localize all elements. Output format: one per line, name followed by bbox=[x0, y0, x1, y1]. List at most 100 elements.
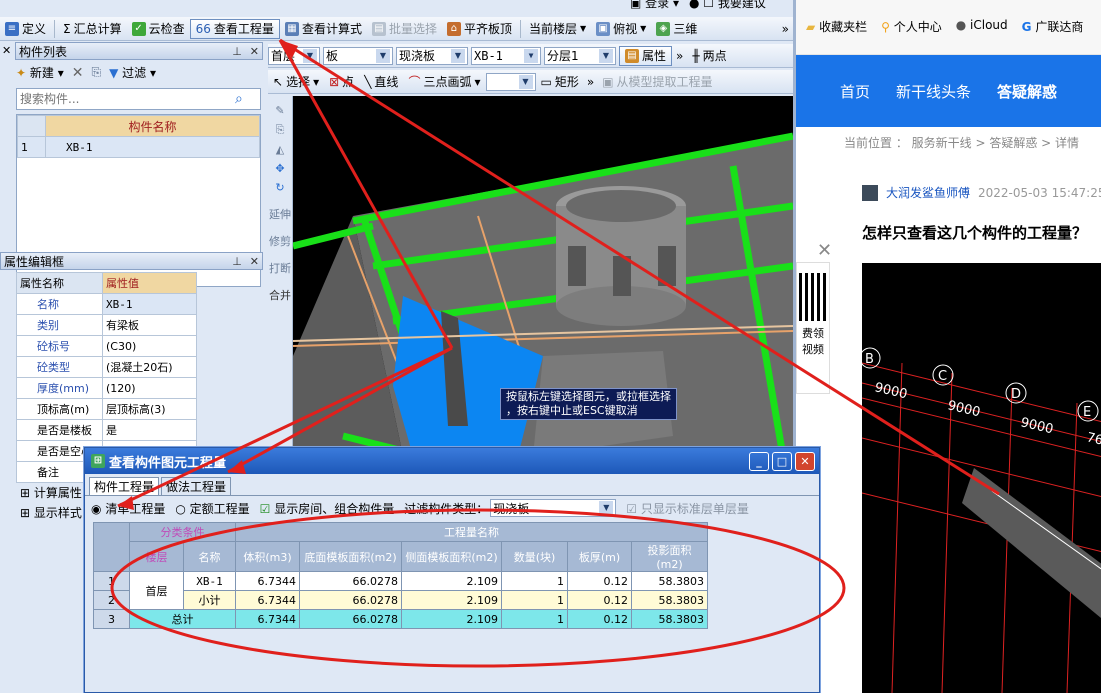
current-floor-button[interactable]: 当前楼层 ▼ bbox=[524, 19, 591, 39]
minimize-button[interactable]: _ bbox=[749, 451, 769, 471]
three-d-button[interactable]: ◈ 三维 bbox=[651, 19, 702, 39]
pin-icon[interactable]: ⊥ bbox=[232, 255, 242, 268]
prop-row[interactable]: 名称 XB-1 bbox=[16, 293, 197, 315]
member-list-panel: 构件列表 ⊥✕ ✕ ✦ 新建 ▾ ✕ ⎘ ▼ 过滤 ▾ ⌕ 构件名称 1XB-1 bbox=[0, 42, 263, 287]
trim-tool[interactable]: 修剪 bbox=[268, 235, 292, 248]
show-room-checkbox[interactable]: ☑ 显示房间、组合构件量 bbox=[260, 500, 395, 517]
display-style-group[interactable]: ⊞ 显示样式 bbox=[20, 504, 82, 521]
glodon-icon: G bbox=[1021, 20, 1032, 34]
draw-toolbar: ↖ 选择 ▾ ⊠ 点 ╲ 直线 ⌒ 三点画弧 ▾ ▼ ▭ 矩形 » ▣ 从模型提取工程量 bbox=[268, 70, 793, 94]
suggest-button[interactable]: ● ☐ 我要建议 bbox=[689, 0, 766, 11]
prop-row[interactable]: 是否是楼板是 bbox=[16, 419, 197, 441]
new-member-button[interactable]: ✦ 新建 ▾ bbox=[16, 64, 64, 81]
prop-row[interactable]: 砼类型 (混凝土20石) bbox=[16, 356, 197, 378]
bookmark-item[interactable]: G 广联达商 bbox=[1022, 18, 1084, 35]
row-number: 1 bbox=[93, 571, 130, 591]
pencil-icon[interactable]: ✎ bbox=[268, 104, 292, 117]
define-button[interactable]: ≡ 定义 bbox=[0, 19, 51, 39]
toolbar-more-icon[interactable]: » bbox=[782, 22, 793, 36]
calc-props-group[interactable]: ⊞ 计算属性 bbox=[20, 484, 82, 501]
value-cell: 58.3803 bbox=[631, 571, 708, 591]
close-icon[interactable]: ✕ bbox=[817, 240, 832, 261]
radio-bill[interactable]: ◉ 清单工程量 bbox=[91, 500, 165, 517]
view-formula-button[interactable]: ▦ 查看计算式 bbox=[280, 19, 367, 39]
row-index: 1 bbox=[17, 136, 46, 158]
copy-icon[interactable]: ⎘ bbox=[268, 123, 292, 137]
prop-value: 有梁板 bbox=[102, 314, 197, 336]
radio-quota[interactable]: ○ 定额工程量 bbox=[175, 500, 249, 517]
mode-select[interactable]: ▼ bbox=[485, 72, 536, 91]
close-icon[interactable]: ✕ bbox=[250, 255, 259, 268]
filter-type-select[interactable]: 现浇板 ▼ bbox=[490, 499, 617, 517]
table-row[interactable]: 1 首层 XB-1 6.7344 66.0278 2.109 1 0.12 58… bbox=[93, 571, 708, 610]
nav-headlines[interactable]: 新干线头条 bbox=[896, 81, 971, 102]
nav-home[interactable]: 首页 bbox=[840, 81, 870, 102]
site-nav: 首页 新干线头条 答疑解惑 bbox=[796, 55, 1101, 127]
align-top-button[interactable]: ⌂ 平齐板顶 bbox=[442, 19, 517, 39]
tab-method-quantity[interactable]: 做法工程量 bbox=[161, 477, 232, 495]
extract-quantity-button[interactable]: ▣ 从模型提取工程量 bbox=[597, 72, 717, 92]
nav-qa[interactable]: 答疑解惑 bbox=[997, 81, 1057, 102]
two-point-button[interactable]: ╫ 两点 bbox=[687, 46, 731, 66]
member-select[interactable]: XB-1 ▼ bbox=[471, 46, 541, 65]
login-button[interactable]: ▣ 登录 ▾ bbox=[630, 0, 679, 11]
prop-row[interactable]: 厚度(mm) (120) bbox=[16, 377, 197, 399]
table-row[interactable]: 3 总计 6.7344 66.0278 2.109 1 0.12 58.3803 bbox=[93, 609, 708, 629]
close-icon[interactable]: ✕ bbox=[250, 45, 259, 58]
summary-calc-button[interactable]: Σ 汇总计算 bbox=[58, 19, 127, 39]
bookmark-item[interactable]: ▰ 收藏夹栏 bbox=[806, 18, 867, 35]
search-icon[interactable]: ⌕ bbox=[235, 91, 243, 107]
subtype-select[interactable]: 现浇板 ▼ bbox=[396, 46, 468, 65]
layer-select[interactable]: 分层1 ▼ bbox=[544, 46, 616, 65]
column-header: 底面模板面积(m2) bbox=[299, 541, 402, 572]
member-search-input[interactable] bbox=[17, 90, 235, 108]
point-button[interactable]: ⊠ 点 bbox=[324, 72, 359, 92]
type-select[interactable]: 板 ▼ bbox=[323, 46, 393, 65]
plan-drawing: B C D E 9000 9000 9000 764 bbox=[862, 347, 1101, 693]
copy-icon[interactable]: ⎘ bbox=[91, 65, 101, 80]
collapse-icon[interactable]: ✕ bbox=[2, 44, 11, 57]
avatar[interactable] bbox=[862, 184, 878, 201]
move-icon[interactable]: ✥ bbox=[268, 162, 292, 175]
select-button[interactable]: ↖ 选择 ▾ bbox=[268, 72, 324, 92]
close-button[interactable]: ✕ bbox=[795, 451, 815, 471]
top-view-button[interactable]: ▣ 俯视 ▼ bbox=[591, 19, 651, 39]
table-row[interactable]: 2 小计 6.7344 66.0278 2.109 1 0.12 58.3803 bbox=[93, 590, 708, 610]
properties-button[interactable]: ▤ 属性 bbox=[619, 45, 673, 66]
more-icon[interactable]: » bbox=[584, 75, 597, 89]
name-col-header: 名称 bbox=[183, 541, 236, 572]
rect-button[interactable]: ▭ 矩形 bbox=[536, 72, 584, 92]
rotate-icon[interactable]: ↻ bbox=[268, 181, 292, 194]
view-quantity-button[interactable]: 66 查看工程量 bbox=[189, 18, 280, 39]
3d-viewport[interactable]: 按鼠标左键选择图元，或拉框选择 ，按右键中止或ESC键取消 bbox=[293, 96, 793, 456]
axis-label-c: C bbox=[938, 369, 947, 384]
extend-tool[interactable]: 延伸 bbox=[268, 208, 292, 221]
question-image[interactable]: B C D E 9000 9000 9000 764 bbox=[862, 263, 1101, 693]
prop-row[interactable]: 砼标号 (C30) bbox=[16, 335, 197, 357]
name-cell: XB-1 bbox=[183, 571, 236, 591]
maximize-button[interactable]: □ bbox=[772, 451, 792, 471]
bookmark-item[interactable]: ● iCloud bbox=[956, 18, 1008, 32]
line-button[interactable]: ╲ 直线 bbox=[359, 72, 403, 92]
break-tool[interactable]: 打断 bbox=[268, 262, 292, 275]
delete-icon[interactable]: ✕ bbox=[72, 65, 84, 81]
member-row[interactable]: 1 XB-1 bbox=[17, 136, 260, 158]
cloud-check-button[interactable]: ✓ 云检查 bbox=[127, 19, 190, 39]
member-name: XB-1 bbox=[45, 136, 260, 158]
filter-button[interactable]: ▼ 过滤 ▾ bbox=[109, 64, 156, 81]
extract-icon: ▣ bbox=[602, 74, 614, 89]
more-icon[interactable]: » bbox=[672, 49, 687, 63]
tab-member-quantity[interactable]: 构件工程量 bbox=[89, 477, 160, 495]
bookmark-item[interactable]: ⚲ 个人中心 bbox=[881, 18, 942, 35]
arc-button[interactable]: ⌒ 三点画弧 ▾ bbox=[403, 72, 485, 92]
floor-select[interactable]: 首层 ▼ bbox=[268, 46, 320, 65]
filter-icon: ▼ bbox=[109, 66, 119, 80]
std-floor-checkbox[interactable]: ☑ 只显示标准层单层量 bbox=[626, 500, 749, 517]
pin-icon[interactable]: ⊥ bbox=[232, 45, 242, 58]
prop-row[interactable]: 类别 有梁板 bbox=[16, 314, 197, 336]
merge-tool[interactable]: 合并 bbox=[268, 289, 292, 302]
author-name[interactable]: 大润发鲨鱼师傅 bbox=[886, 184, 970, 201]
prop-row[interactable]: 顶标高(m) 层顶标高(3) bbox=[16, 398, 197, 420]
batch-select-button[interactable]: ▤ 批量选择 bbox=[367, 19, 442, 39]
mirror-icon[interactable]: ◭ bbox=[268, 143, 292, 156]
